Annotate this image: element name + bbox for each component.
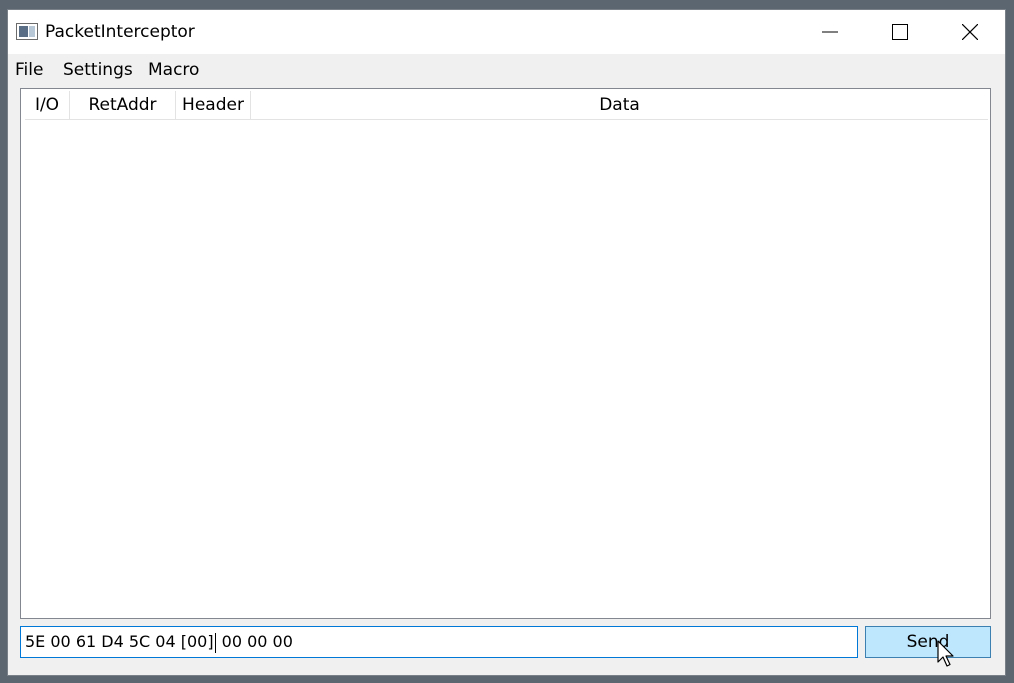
packet-input[interactable]: 5E 00 61 D4 5C 04 [00] 00 00 00 bbox=[20, 626, 858, 658]
column-header-io[interactable]: I/O bbox=[25, 91, 70, 119]
menu-bar: File Settings Macro bbox=[8, 54, 1005, 86]
column-header-data[interactable]: Data bbox=[251, 91, 988, 119]
menu-file[interactable]: File bbox=[15, 60, 43, 80]
text-caret bbox=[214, 632, 216, 653]
column-header-header[interactable]: Header bbox=[176, 91, 251, 119]
mouse-pointer-icon bbox=[937, 640, 954, 667]
send-button[interactable]: Send bbox=[865, 626, 991, 658]
packet-list-header: I/O RetAddr Header Data bbox=[25, 91, 988, 120]
packet-input-text-after-caret: 00 00 00 bbox=[216, 632, 293, 651]
maximize-icon bbox=[892, 24, 908, 40]
packet-list-view[interactable]: I/O RetAddr Header Data bbox=[20, 88, 991, 619]
minimize-icon bbox=[822, 31, 838, 33]
main-window: PacketInterceptor File Settings Macro I/… bbox=[7, 9, 1006, 676]
title-bar[interactable]: PacketInterceptor bbox=[8, 10, 1005, 54]
packet-list-body[interactable] bbox=[25, 120, 988, 616]
menu-macro[interactable]: Macro bbox=[148, 60, 199, 80]
menu-settings[interactable]: Settings bbox=[63, 60, 133, 80]
packet-input-text-before-caret: 5E 00 61 D4 5C 04 [00] bbox=[25, 632, 214, 651]
window-title: PacketInterceptor bbox=[45, 22, 195, 42]
minimize-button[interactable] bbox=[795, 10, 865, 54]
app-window-icon bbox=[16, 23, 38, 40]
column-header-retaddr[interactable]: RetAddr bbox=[70, 91, 176, 119]
close-button[interactable] bbox=[935, 10, 1005, 54]
close-icon bbox=[962, 24, 978, 40]
maximize-button[interactable] bbox=[865, 10, 935, 54]
